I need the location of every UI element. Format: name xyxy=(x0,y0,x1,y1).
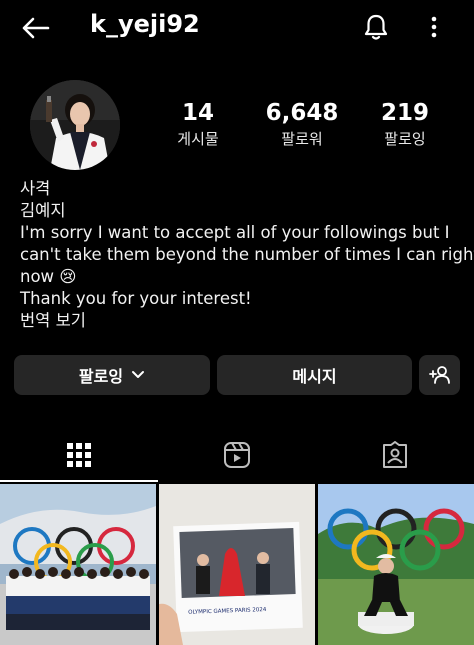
notifications-button[interactable] xyxy=(360,10,392,44)
bio-line: can't take them beyond the number of tim… xyxy=(20,245,474,264)
profile-tabs xyxy=(0,428,474,482)
tab-tagged[interactable] xyxy=(316,428,474,482)
followers-count[interactable]: 6,648 팔로워 xyxy=(257,98,347,150)
add-person-icon xyxy=(428,366,450,384)
arrow-left-icon xyxy=(22,17,50,39)
back-button[interactable] xyxy=(18,12,52,44)
tagged-person-icon xyxy=(383,441,407,468)
posts-grid: OLYMPIC GAMES PARIS 2024 xyxy=(0,484,474,645)
grid-icon xyxy=(67,443,91,467)
followers-count-value: 6,648 xyxy=(265,100,339,126)
followers-count-label: 팔로워 xyxy=(281,130,323,148)
bio-line: I'm sorry I want to accept all of your f… xyxy=(20,223,450,242)
more-options-button[interactable] xyxy=(420,10,448,44)
translate-link[interactable]: 번역 보기 xyxy=(20,310,460,332)
team-photo-image xyxy=(0,484,156,645)
post-thumbnail[interactable]: OLYMPIC GAMES PARIS 2024 xyxy=(159,484,315,645)
more-vertical-icon xyxy=(431,16,437,38)
posts-count-label: 게시물 xyxy=(177,130,219,148)
suggested-accounts-button[interactable] xyxy=(419,355,460,395)
profile-avatar[interactable] xyxy=(30,80,120,170)
posts-count-value: 14 xyxy=(181,100,214,126)
post-thumbnail[interactable] xyxy=(318,484,474,645)
tab-grid[interactable] xyxy=(0,428,158,482)
tab-reels[interactable] xyxy=(158,428,316,482)
bio-category: 사격 xyxy=(20,179,51,198)
message-button[interactable]: 메시지 xyxy=(217,355,412,395)
following-button[interactable]: 팔로잉 xyxy=(14,355,210,395)
message-button-label: 메시지 xyxy=(292,367,337,386)
active-tab-indicator xyxy=(0,480,158,482)
bio-line: now 😢 xyxy=(20,267,77,286)
bio-line: Thank you for your interest! xyxy=(20,289,252,308)
bio-name: 김예지 xyxy=(20,201,66,220)
post-thumbnail[interactable] xyxy=(0,484,156,645)
reels-icon xyxy=(224,442,250,468)
profile-bio: 사격 김예지 I'm sorry I want to accept all of… xyxy=(20,178,474,332)
chevron-down-icon xyxy=(132,371,145,378)
bell-icon xyxy=(364,14,388,40)
following-count[interactable]: 219 팔로잉 xyxy=(360,98,450,150)
top-bar: k_yeji92 xyxy=(0,0,474,56)
following-count-value: 219 xyxy=(380,100,429,126)
polaroid-photo-image: OLYMPIC GAMES PARIS 2024 xyxy=(159,484,315,645)
rings-photo-image xyxy=(318,484,474,645)
following-count-label: 팔로잉 xyxy=(384,130,426,148)
following-button-label: 팔로잉 xyxy=(78,367,124,386)
posts-count[interactable]: 14 게시물 xyxy=(153,98,243,150)
profile-username: k_yeji92 xyxy=(90,10,200,38)
